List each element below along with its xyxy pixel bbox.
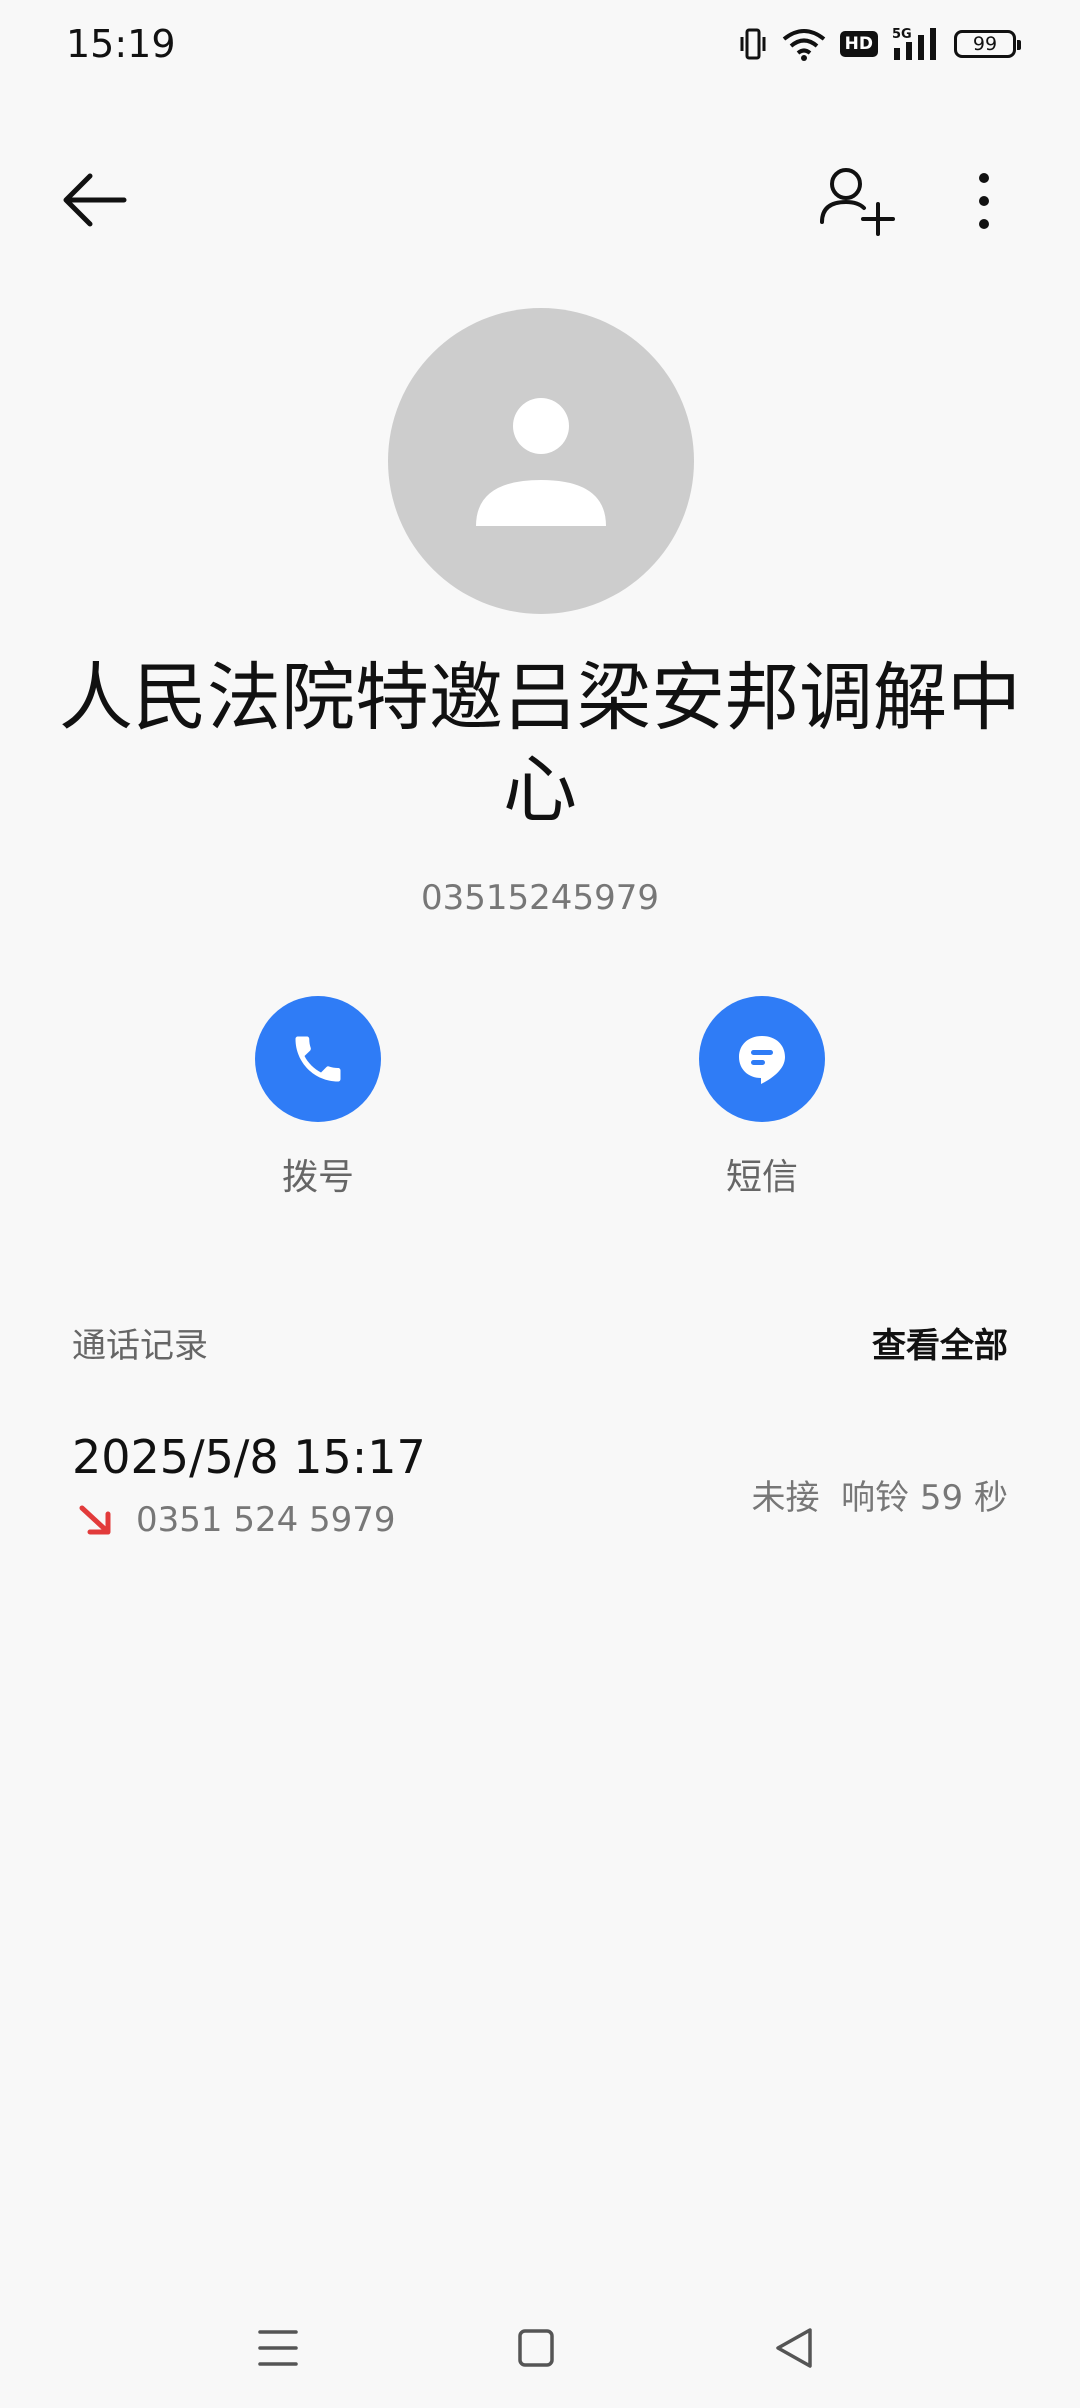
more-vert-icon[interactable] — [962, 166, 1006, 238]
dial-icon-circle[interactable] — [255, 996, 381, 1122]
battery-icon: 99 — [954, 30, 1021, 58]
view-all-link[interactable]: 查看全部 — [872, 1318, 1008, 1367]
battery-level: 99 — [972, 32, 998, 55]
status-icons: HD 5G 99 — [738, 26, 1021, 62]
call-log-entry[interactable]: 2025/5/8 15:17 0351 524 5979 未接 响铃 59 秒 — [0, 1418, 1080, 1548]
svg-text:5G: 5G — [892, 27, 912, 42]
sms-button[interactable]: 短信 — [662, 996, 862, 1200]
sms-icon-circle[interactable] — [699, 996, 825, 1122]
nav-home-icon[interactable] — [506, 2318, 566, 2378]
status-time: 15:19 — [66, 22, 176, 66]
call-status: 未接 响铃 59 秒 — [751, 1478, 1009, 1518]
hd-icon: HD — [839, 31, 878, 57]
avatar — [388, 308, 694, 614]
vibrate-icon — [740, 28, 766, 60]
contact-number: 03515245979 — [421, 878, 659, 918]
nav-menu-icon[interactable] — [248, 2318, 308, 2378]
contact-name: 人民法院特邀吕梁安邦调解中心 — [59, 655, 1021, 833]
signal-5g-icon: 5G — [892, 27, 936, 60]
dial-button[interactable]: 拨号 — [218, 996, 418, 1200]
call-number: 0351 524 5979 — [136, 1500, 396, 1540]
call-datetime: 2025/5/8 15:17 — [72, 1430, 426, 1484]
call-log-title: 通话记录 — [72, 1326, 208, 1366]
sms-label: 短信 — [725, 1157, 798, 1198]
message-icon — [739, 1036, 785, 1084]
missed-call-icon — [79, 1505, 111, 1535]
nav-back-icon[interactable] — [766, 2318, 826, 2378]
phone-icon — [295, 1036, 341, 1082]
dial-label: 拨号 — [281, 1157, 354, 1198]
back-arrow-icon[interactable] — [58, 168, 132, 232]
wifi-icon — [782, 29, 825, 61]
person-icon — [476, 398, 606, 526]
add-contact-icon[interactable] — [818, 164, 898, 236]
